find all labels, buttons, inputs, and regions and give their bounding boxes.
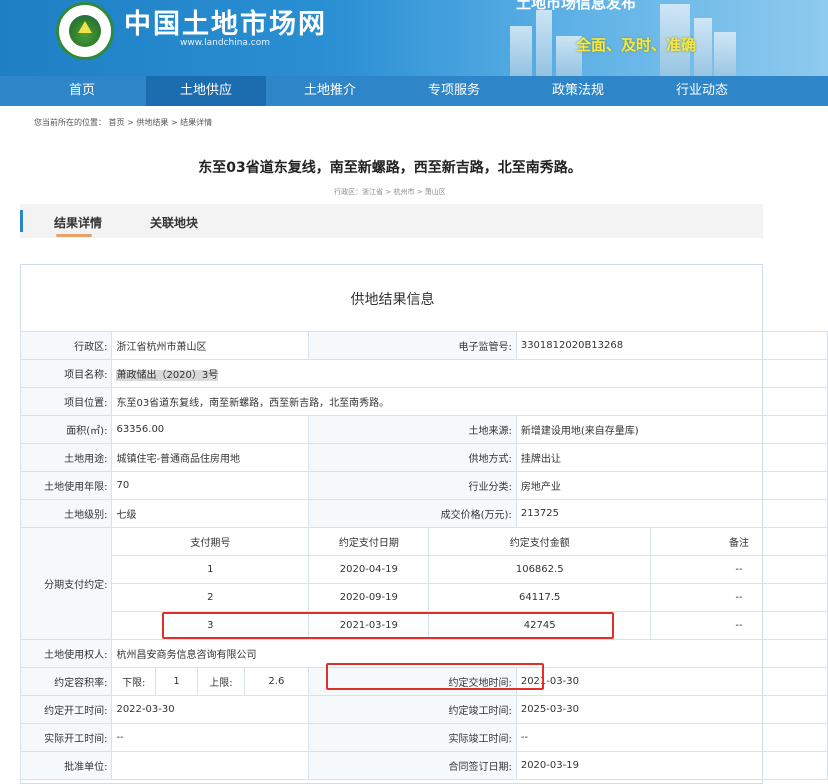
installment-header-date: 约定支付日期 [308,527,430,556]
tab-related-parcels[interactable]: 关联地块 [150,214,198,231]
region-label: 行政区: [19,331,113,360]
far-label: 约定容积率: [19,667,113,696]
location-label: 项目位置: [19,387,113,416]
far-lower-label: 下限: [111,667,156,696]
breadcrumb[interactable]: 您当前所在的位置： 首页 > 供地结果 > 结果详情 [34,117,212,128]
nav-item-special-services[interactable]: 专项服务 [394,76,514,106]
table-row: 面积(㎡): 63356.00 土地来源: 新增建设用地(来自存量库) [19,415,828,444]
grade-value: 七级 [111,499,310,528]
installment-date: 2020-09-19 [308,583,430,612]
tab-accent-bar [20,210,23,232]
actual-finish-label: 实际竣工时间: [308,723,517,752]
installment-header-period: 支付期号 [111,527,310,556]
panel-title: 供地结果信息 [350,292,435,308]
price-label: 成交价格(万元): [308,499,517,528]
installment-header-row: 分期支付约定: 支付期号 约定支付日期 约定支付金额 备注 [19,527,828,640]
detail-tabs: 结果详情 关联地块 [20,204,763,238]
nav-item-home[interactable]: 首页 [22,76,142,106]
area-label: 面积(㎡): [19,415,113,444]
table-row: 约定开工时间: 2022-03-30 约定竣工时间: 2025-03-30 [19,695,828,724]
approver-value [111,751,310,780]
industry-value: 房地产业 [515,471,828,500]
supervision-label: 电子监管号: [308,331,517,360]
installment-header-remark: 备注 [649,527,828,556]
table-row: 行政区: 浙江省杭州市萧山区 电子监管号: 3301812020B13268 [19,331,828,360]
use-label: 土地用途: [19,443,113,472]
highlight-box-installment-3 [162,612,614,639]
page-title: 东至03省道东复线，南至新螺路，西至新吉路，北至南秀路。 [198,160,582,176]
source-label: 土地来源: [308,415,517,444]
nav-item-land-promotion[interactable]: 土地推介 [270,76,390,106]
years-value: 70 [111,471,310,500]
supply-label: 供地方式: [308,443,517,472]
project-name-text: 萧政储出（2020）3号 [116,370,219,381]
active-tab-indicator [56,234,92,237]
actual-start-value: -- [111,723,310,752]
installment-remark: -- [649,555,828,584]
start-value: 2022-03-30 [111,695,310,724]
table-row: 实际开工时间: -- 实际竣工时间: -- [19,723,828,752]
installment-amount: 106862.5 [428,555,651,584]
installment-label: 分期支付约定: [19,527,113,640]
banner-heading: 土地市场信息发布 [516,0,637,12]
supervision-value: 3301812020B13268 [515,331,828,360]
nav-item-industry-news[interactable]: 行业动态 [642,76,762,106]
table-row: 土地用途: 城镇住宅-普通商品住房用地 供地方式: 挂牌出让 [19,443,828,472]
logo-emblem-icon [69,15,101,47]
actual-finish-value: -- [515,723,828,752]
use-value: 城镇住宅-普通商品住房用地 [111,443,310,472]
region-breadcrumb: 行政区：浙江省 > 杭州市 > 萧山区 [334,188,446,196]
project-name-value: 萧政储出（2020）3号 [111,359,828,388]
start-label: 约定开工时间: [19,695,113,724]
supply-value: 挂牌出让 [515,443,828,472]
highlight-box-delivery-date [326,663,544,690]
installment-period: 2 [111,583,310,612]
nav-item-policies[interactable]: 政策法规 [518,76,638,106]
finish-label: 约定竣工时间: [308,695,517,724]
source-value: 新增建设用地(来自存量库) [515,415,828,444]
site-logo[interactable] [56,2,114,60]
delivery-value: 2021-03-30 [515,667,828,696]
region-value: 浙江省杭州市萧山区 [111,331,310,360]
approver-label: 批准单位: [19,751,113,780]
years-label: 土地使用年限: [19,471,113,500]
installment-period: 1 [111,555,310,584]
installment-amount: 64117.5 [428,583,651,612]
installment-remark: -- [649,583,828,612]
contract-value: 2020-03-19 [515,751,828,780]
table-row: 项目位置: 东至03省道东复线，南至新螺路，西至新吉路，北至南秀路。 [19,387,828,416]
installment-remark: -- [649,611,828,640]
far-upper-label: 上限: [197,667,245,696]
area-value: 63356.00 [111,415,310,444]
industry-label: 行业分类: [308,471,517,500]
installment-header-amount: 约定支付金额 [428,527,651,556]
price-value: 213725 [515,499,828,528]
site-url: www.landchina.com [180,38,271,48]
result-table: 行政区: 浙江省杭州市萧山区 电子监管号: 3301812020B13268 项… [19,331,828,780]
site-header: 中国土地市场网 www.landchina.com 土地市场信息发布 全面、及时… [0,0,828,76]
project-name-label: 项目名称: [19,359,113,388]
table-row: 土地级别: 七级 成交价格(万元): 213725 [19,499,828,528]
owner-label: 土地使用权人: [19,639,113,668]
grade-label: 土地级别: [19,499,113,528]
tab-result-details[interactable]: 结果详情 [54,214,102,231]
installment-row: 2 2020-09-19 64117.5 -- [21,583,828,612]
table-row: 项目名称: 萧政储出（2020）3号 [19,359,828,388]
location-value: 东至03省道东复线，南至新螺路，西至新吉路，北至南秀路。 [111,387,828,416]
table-row: 批准单位: 合同签订日期: 2020-03-19 [19,751,828,780]
actual-start-label: 实际开工时间: [19,723,113,752]
finish-value: 2025-03-30 [515,695,828,724]
far-upper-value: 2.6 [243,667,310,696]
installment-row: 1 2020-04-19 106862.5 -- [21,555,828,584]
far-lower-value: 1 [154,667,199,696]
site-title[interactable]: 中国土地市场网 [124,2,327,41]
nav-item-land-supply[interactable]: 土地供应 [146,76,266,106]
installment-date: 2020-04-19 [308,555,430,584]
main-nav: 首页 土地供应 土地推介 专项服务 政策法规 行业动态 [0,76,828,106]
table-row: 土地使用年限: 70 行业分类: 房地产业 [19,471,828,500]
banner-slogan: 全面、及时、准确 [576,36,697,54]
contract-label: 合同签订日期: [308,751,517,780]
